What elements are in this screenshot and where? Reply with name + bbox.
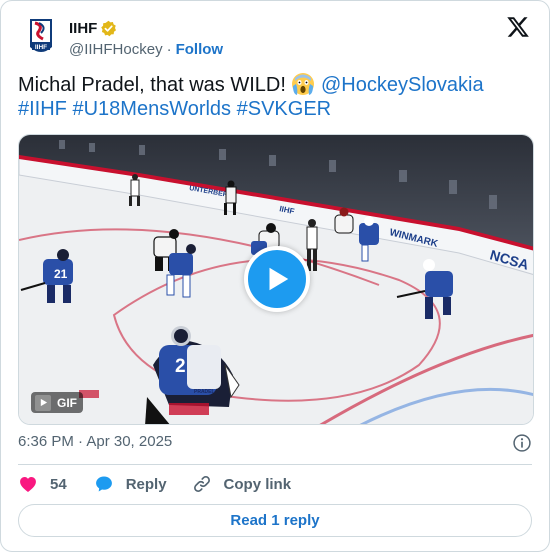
author-display-name[interactable]: IIHF: [69, 20, 97, 37]
like-count: 54: [50, 475, 67, 493]
reply-bubble-icon: [95, 476, 112, 492]
tweet-text: Michal Pradel, that was WILD! @HockeySlo…: [18, 72, 528, 121]
tweet-body-text: Michal Pradel, that was WILD!: [18, 74, 292, 96]
gif-badge-label: GIF: [57, 395, 77, 410]
tweet-header: IIHF IIHF @IIHFHockey · Follow: [18, 15, 532, 61]
handle-separator: ·: [166, 41, 172, 58]
info-icon[interactable]: [512, 433, 532, 453]
author-handle[interactable]: @IIHFHockey: [69, 41, 163, 58]
heart-icon: [20, 477, 36, 492]
jersey-number-21: 21: [54, 267, 68, 281]
gif-badge: GIF: [31, 392, 83, 413]
link-chain-icon: [193, 476, 210, 492]
play-icon: [269, 267, 289, 291]
verified-badge-icon: [101, 20, 117, 36]
hashtag-link-u18[interactable]: #U18MensWorlds: [72, 98, 231, 120]
read-replies-label: Read 1 reply: [230, 512, 320, 529]
play-button[interactable]: [244, 246, 310, 312]
read-replies-button[interactable]: Read 1 reply: [18, 504, 532, 537]
avatar-text: IIHF: [35, 44, 47, 51]
divider: [18, 464, 532, 465]
action-bar: 54 Reply Copy link: [18, 473, 291, 495]
copy-link-label: Copy link: [223, 475, 292, 493]
like-button[interactable]: 54: [18, 474, 67, 494]
jersey-number-2: 2: [175, 356, 186, 377]
iihf-logo-avatar[interactable]: IIHF: [27, 17, 55, 59]
author-names: IIHF @IIHFHockey · Follow: [69, 18, 224, 59]
scream-emoji-icon: [292, 73, 315, 95]
mention-link[interactable]: @HockeySlovakia: [321, 74, 484, 96]
reply-button[interactable]: Reply: [94, 474, 167, 494]
hashtag-link-iihf[interactable]: #IIHF: [18, 98, 67, 120]
tweet-timestamp[interactable]: 6:36 PM · Apr 30, 2025: [18, 433, 172, 450]
goalie-nameplate: PRADEL: [194, 389, 215, 395]
copy-link-button[interactable]: Copy link: [192, 474, 292, 494]
gif-media[interactable]: WINMARK NCSA IIHF UNTERBERG 21 2 PRADEL …: [18, 134, 534, 425]
hashtag-link-svkger[interactable]: #SVKGER: [237, 98, 331, 120]
tweet-embed-card: IIHF IIHF @IIHFHockey · Follow Michal Pr…: [0, 0, 550, 552]
follow-button[interactable]: Follow: [176, 41, 224, 58]
gif-play-icon: [35, 394, 51, 411]
x-logo-icon[interactable]: [506, 15, 530, 39]
reply-label: Reply: [125, 475, 167, 493]
